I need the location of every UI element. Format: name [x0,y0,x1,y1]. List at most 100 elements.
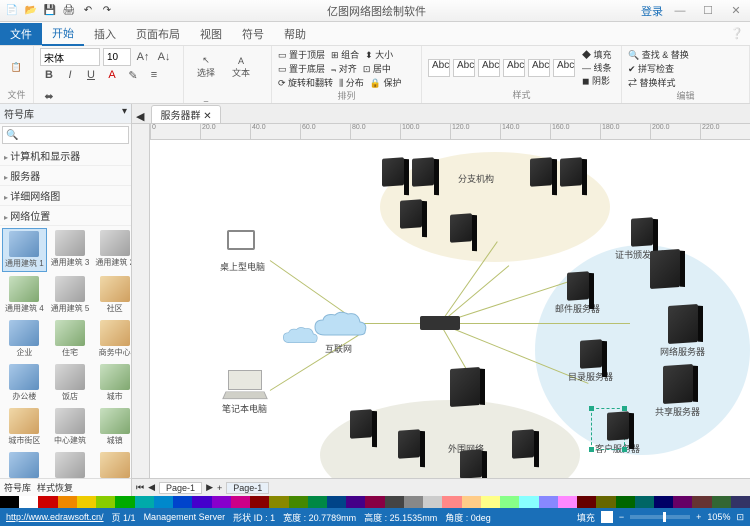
page-prev-icon[interactable]: ◀ [148,482,155,493]
shape-item[interactable]: 通用建筑 3 [49,228,92,272]
server-icon[interactable] [631,217,653,247]
highlight-button[interactable]: ✎ [124,66,142,84]
color-swatch[interactable] [616,496,635,508]
color-swatch[interactable] [96,496,115,508]
color-swatch[interactable] [192,496,211,508]
tab-help[interactable]: 帮助 [274,23,316,45]
fit-page-icon[interactable]: ⊡ [736,512,744,523]
select-tool[interactable]: ↖选择 [190,48,222,86]
server-icon[interactable] [460,449,482,478]
qat-save-icon[interactable]: 💾 [42,3,58,19]
zoom-out-icon[interactable]: − [619,512,624,522]
group-button[interactable]: ⊞ 组合 [331,48,359,61]
color-swatch[interactable] [365,496,384,508]
underline-button[interactable]: U [82,66,100,84]
send-back-button[interactable]: ▭ 置于底层 [278,62,325,75]
style-preset[interactable]: Abc [428,59,450,77]
bring-front-button[interactable]: ▭ 置于顶层 [278,48,325,61]
color-swatch[interactable] [404,496,423,508]
cat-computers[interactable]: 计算机和显示器 [0,146,131,166]
minimize-button[interactable]: — [666,0,694,22]
server-icon[interactable] [350,409,372,439]
shape-item[interactable]: 通用建筑 2 [93,228,131,272]
server-icon[interactable] [663,364,693,404]
decrease-font-icon[interactable]: A↓ [155,48,173,66]
shape-item[interactable]: 饭店 [49,362,92,404]
hub-device[interactable] [420,316,460,330]
protect-button[interactable]: 🔒 保护 [370,76,402,89]
color-swatch[interactable] [692,496,711,508]
color-swatch[interactable] [654,496,673,508]
style-preset[interactable]: Abc [553,59,575,77]
shape-item[interactable]: 通用建筑 4 [2,274,47,316]
color-swatch[interactable] [346,496,365,508]
shape-item[interactable]: 商务中心 [93,318,131,360]
shape-item[interactable]: 城市 [93,362,131,404]
color-swatch[interactable] [289,496,308,508]
replace-style-button[interactable]: ⇄ 替换样式 [628,76,676,89]
color-swatch[interactable] [19,496,38,508]
shape-item[interactable]: 工厂 [93,450,131,478]
color-swatch[interactable] [712,496,731,508]
find-replace-button[interactable]: 🔍 查找 & 替换 [628,48,689,61]
style-preset[interactable]: Abc [528,59,550,77]
shape-item[interactable]: 居民房 [49,450,92,478]
library-menu-icon[interactable]: ▾ [122,106,127,121]
paste-button[interactable]: 📋 [6,48,27,86]
tab-insert[interactable]: 插入 [84,23,126,45]
server-icon[interactable] [382,157,404,187]
qat-print-icon[interactable]: 🖨 [61,3,77,19]
bullets-button[interactable]: ≡ [145,66,163,84]
server-icon[interactable] [530,157,552,187]
shape-item[interactable]: 中心建筑 [49,406,92,448]
color-swatch[interactable] [327,496,346,508]
font-name-select[interactable] [40,48,100,66]
shape-item[interactable]: 建筑 [2,450,47,478]
cloud-icon[interactable] [280,325,320,347]
shadow-button[interactable]: ◼ 阴影 [582,74,612,87]
color-swatch[interactable] [442,496,461,508]
center-button[interactable]: ⊡ 居中 [363,62,391,75]
style-preset[interactable]: Abc [478,59,500,77]
cat-network-detail[interactable]: 详细网络图 [0,186,131,206]
page-first-icon[interactable]: ⏮ [136,482,144,493]
shape-item[interactable]: 社区 [93,274,131,316]
color-swatch[interactable] [58,496,77,508]
server-icon[interactable] [512,429,534,459]
color-swatch[interactable] [500,496,519,508]
qat-redo-icon[interactable]: ↷ [99,3,115,19]
tab-symbol[interactable]: 符号 [232,23,274,45]
tab-view[interactable]: 视图 [190,23,232,45]
font-size-select[interactable] [103,48,131,66]
canvas[interactable]: 分支机构 证书颁发机构 邮件服务器 网络服务器 目录服务器 共享服务器 客户服务… [150,140,750,478]
desktop-icon[interactable] [227,230,259,258]
cat-network-location[interactable]: 网络位置 [0,206,131,226]
color-swatch[interactable] [154,496,173,508]
color-swatch[interactable] [519,496,538,508]
server-selected[interactable] [607,411,629,441]
color-swatch[interactable] [269,496,288,508]
color-palette[interactable] [0,496,750,508]
page-tab[interactable]: Page-1 [226,482,269,494]
footer-restore[interactable]: 样式恢复 [37,481,73,494]
zoom-in-icon[interactable]: + [696,512,701,522]
server-icon[interactable] [560,157,582,187]
color-swatch[interactable] [212,496,231,508]
style-preset[interactable]: Abc [503,59,525,77]
cat-servers[interactable]: 服务器 [0,166,131,186]
color-swatch[interactable] [539,496,558,508]
shape-item[interactable]: 办公楼 [2,362,47,404]
tab-prev-icon[interactable]: ◀ [132,110,148,123]
tab-home[interactable]: 开始 [42,22,84,46]
bold-button[interactable]: B [40,66,58,84]
color-swatch[interactable] [731,496,750,508]
server-icon[interactable] [450,213,472,243]
color-swatch[interactable] [115,496,134,508]
color-swatch[interactable] [577,496,596,508]
page-next-icon[interactable]: ▶ [206,482,213,493]
server-icon[interactable] [567,271,589,301]
fill-button[interactable]: ◆ 填充 [582,48,612,61]
qat-new-icon[interactable]: 📄 [4,3,20,19]
server-icon[interactable] [400,199,422,229]
color-swatch[interactable] [596,496,615,508]
